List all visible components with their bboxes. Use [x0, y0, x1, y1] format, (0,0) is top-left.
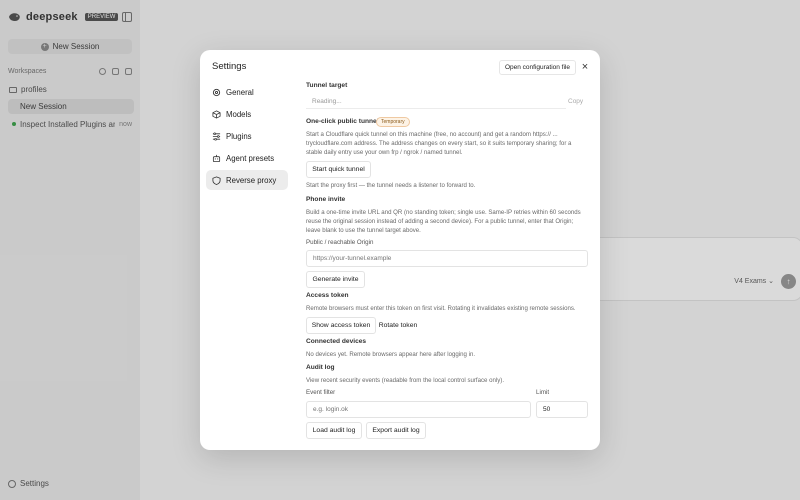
quick-tunnel-note: Start the proxy first — the tunnel needs… [306, 182, 476, 189]
export-audit-log-button[interactable]: Export audit log [366, 422, 426, 439]
nav-item-reverse-proxy[interactable]: Reverse proxy [206, 170, 288, 190]
origin-label: Public / reachable Origin [306, 239, 374, 246]
nav-item-agent-presets[interactable]: Agent presets [206, 148, 288, 168]
generate-invite-button[interactable]: Generate invite [306, 271, 365, 288]
access-token-title: Access token [306, 292, 349, 299]
audit-log-title: Audit log [306, 364, 335, 371]
rotate-token-button[interactable]: Rotate token [376, 317, 420, 334]
phone-invite-title: Phone invite [306, 196, 346, 203]
phone-invite-help: Build a one-time invite URL and QR (no s… [306, 209, 581, 234]
event-filter-label: Event filter [306, 389, 336, 396]
quick-tunnel-title: One-click public tunnel [306, 118, 379, 125]
show-access-token-button[interactable]: Show access token [306, 317, 376, 334]
modal-title: Settings [212, 61, 247, 72]
start-quick-tunnel-button[interactable]: Start quick tunnel [306, 161, 371, 178]
settings-nav: General Models Plugins Agent presets Rev… [206, 82, 288, 192]
cube-icon [212, 109, 221, 119]
sliders-icon [212, 132, 221, 141]
open-config-button[interactable]: Open configuration file [498, 60, 576, 75]
nav-item-label: Plugins [226, 131, 252, 141]
tunnel-target-value: Reading... [306, 94, 566, 109]
close-icon[interactable]: × [578, 60, 592, 74]
connected-devices-help: No devices yet. Remote browsers appear h… [306, 351, 476, 358]
copy-button[interactable]: Copy [568, 98, 583, 105]
audit-log-help: View recent security events (readable fr… [306, 377, 505, 384]
nav-item-label: Reverse proxy [226, 175, 277, 185]
shield-icon [212, 175, 221, 185]
connected-devices-title: Connected devices [306, 338, 367, 345]
limit-label: Limit [536, 389, 550, 396]
nav-item-label: Models [226, 109, 252, 119]
reverse-proxy-panel: Tunnel target Reading... Copy One-click … [306, 82, 588, 442]
nav-item-label: General [226, 87, 254, 97]
event-filter-input[interactable] [306, 401, 531, 418]
nav-item-models[interactable]: Models [206, 104, 288, 124]
load-audit-log-button[interactable]: Load audit log [306, 422, 362, 439]
quick-tunnel-help: Start a Cloudflare quick tunnel on this … [306, 131, 572, 156]
limit-input[interactable] [536, 401, 588, 418]
gear-icon [212, 88, 221, 97]
origin-input[interactable] [306, 250, 588, 267]
nav-item-plugins[interactable]: Plugins [206, 126, 288, 146]
bot-icon [212, 154, 221, 163]
temporary-badge: Temporary [376, 117, 410, 127]
access-token-help: Remote browsers must enter this token on… [306, 305, 576, 312]
nav-item-general[interactable]: General [206, 82, 288, 102]
settings-modal: Settings Open configuration file × Gener… [200, 50, 600, 450]
tunnel-target-title: Tunnel target [306, 82, 348, 89]
nav-item-label: Agent presets [226, 153, 275, 163]
